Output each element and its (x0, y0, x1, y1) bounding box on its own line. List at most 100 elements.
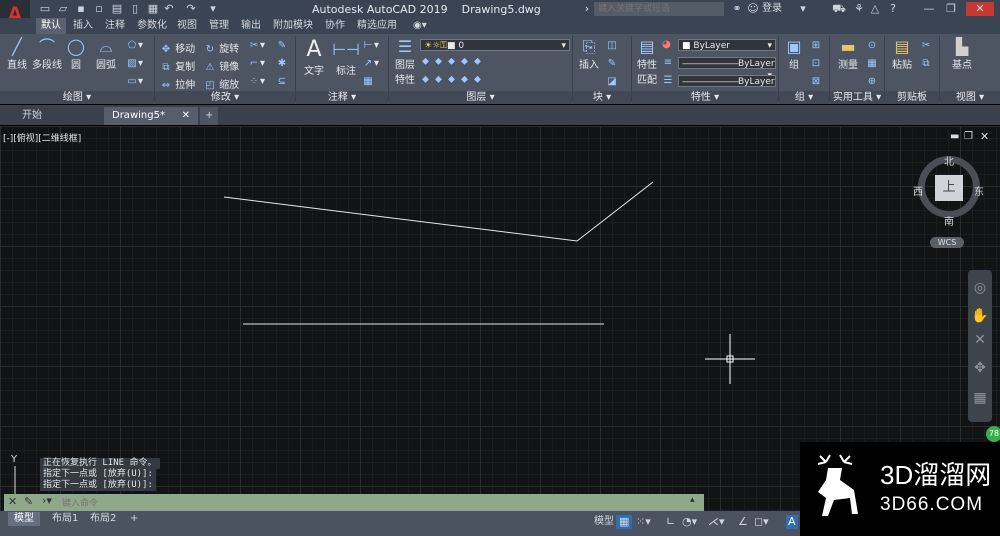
rotate-tool[interactable]: ↻ 旋转 (204, 40, 239, 55)
recent-commands-icon[interactable]: ›▾ (42, 494, 52, 507)
panel-clipboard-title[interactable]: 剪贴板 (885, 91, 939, 104)
layer-dropdown[interactable]: ☀☼⚿■ 0 ▾ (420, 39, 570, 51)
tab-addins[interactable]: 附加模块 (268, 18, 318, 34)
search-arrow-icon[interactable]: › (580, 2, 594, 16)
hatch-icon[interactable]: ▨▾ (126, 58, 143, 69)
group-select-icon[interactable]: ⊠ (810, 76, 822, 87)
panel-draw-title[interactable]: 绘图 ▾ (0, 91, 154, 104)
layer-properties-tool[interactable]: ☰ 图层 特性 (392, 38, 418, 87)
snap-icon[interactable]: ⁙▾ (636, 515, 651, 529)
compass-south[interactable]: 南 (944, 213, 954, 228)
copy-clip-icon[interactable]: ⧉ (920, 58, 932, 69)
color-wheel-icon[interactable]: ◕ (662, 39, 671, 50)
restore-icon[interactable]: ❐ (944, 2, 958, 16)
panel-utilities-title[interactable]: 实用工具 ▾ (830, 91, 884, 104)
tab-view[interactable]: 视图 (172, 18, 202, 34)
exchange-icon[interactable]: ⚘ (852, 2, 866, 16)
leader-icon[interactable]: ↗ ▾ (362, 58, 379, 69)
new-file-icon[interactable]: ▭ (38, 2, 52, 16)
block-attribute-icon[interactable]: ◪ (606, 76, 618, 87)
redo-icon[interactable]: ↷ (184, 2, 198, 16)
user-icon[interactable]: ☺ (746, 2, 760, 16)
move-tool[interactable]: ✥ 移动 (160, 40, 195, 55)
ribbon-toggle-icon[interactable]: ◉▾ (408, 18, 432, 34)
offset-icon[interactable]: ⊆ (276, 76, 288, 87)
cart-icon[interactable]: ⛟ (832, 2, 846, 16)
pan-hand-icon[interactable]: ✋ (968, 308, 992, 324)
doc-tab-drawing5[interactable]: Drawing5* ✕ (104, 107, 198, 125)
edit-block-icon[interactable]: ✎ (606, 58, 618, 69)
quick-select-icon[interactable]: ⊙ (866, 40, 878, 51)
lineweight-dropdown[interactable]: ———————ByLayer▾ (678, 75, 776, 99)
insert-block-tool[interactable]: ⎘ 插入 (576, 38, 602, 72)
tab-home[interactable]: 默认 (36, 18, 66, 34)
doc-tab-start[interactable]: 开始 (14, 107, 102, 125)
line-tool[interactable]: ╱ 直线 (4, 38, 30, 72)
chevron-down-icon[interactable]: ▾ (796, 2, 810, 16)
group-tool[interactable]: ▣ 组 (782, 38, 806, 72)
id-point-icon[interactable]: ⊕ (866, 76, 878, 87)
polygon-icon[interactable]: ⬠ ▾ (126, 40, 143, 51)
circle-tool[interactable]: ◯ 圆 (64, 38, 88, 72)
base-view-tool[interactable]: ▙ 基点 (946, 38, 978, 72)
web-mobile-icon[interactable]: ▯ (128, 2, 142, 16)
tab-featured-apps[interactable]: 精选应用 (352, 18, 402, 34)
layer-tools-row-1[interactable]: ⬥⬥⬥⬥⬥ (422, 56, 487, 67)
mirror-tool[interactable]: ⚠ 镜像 (204, 58, 240, 73)
grid-icon[interactable]: ▦ (616, 515, 633, 529)
tab-collaborate[interactable]: 协作 (320, 18, 350, 34)
steering-wheel-icon[interactable]: ◎ (968, 280, 992, 296)
rectangle-icon[interactable]: ▭▾ (126, 76, 143, 87)
osnap-icon[interactable]: ◻▾ (754, 515, 769, 529)
notification-badge[interactable]: 78 (986, 426, 1000, 442)
array-icon[interactable]: ⁘ ▾ (248, 76, 265, 87)
model-space-button[interactable]: 模型 (594, 515, 614, 529)
compass-north[interactable]: 北 (944, 153, 954, 168)
close-tab-icon[interactable]: ✕ (182, 107, 190, 125)
linetype-dropdown[interactable]: ———————ByLayer▾ (678, 57, 776, 81)
lineweight-icon[interactable]: ☰ (662, 75, 674, 86)
stretch-tool[interactable]: ⇔ 拉伸 (160, 76, 195, 91)
ortho-icon[interactable]: ∟ (666, 515, 675, 529)
panel-modify-title[interactable]: 修改 ▾ (155, 91, 295, 104)
minimize-icon[interactable]: — (922, 2, 936, 16)
color-dropdown[interactable]: ■ ByLayer ▾ (678, 39, 776, 51)
fillet-icon[interactable]: ⌐ ▾ (248, 58, 265, 69)
panel-view-title[interactable]: 视图 ▾ (940, 91, 1000, 104)
help-icon[interactable]: ? (886, 2, 900, 16)
layer-tools-row-2[interactable]: ⬥⬥⬥⬥⬥ (422, 74, 487, 85)
paste-tool[interactable]: ▤ 粘贴 (888, 38, 916, 72)
layout-tab-model[interactable]: 模型 (8, 512, 40, 526)
panel-groups-title[interactable]: 组 ▾ (779, 91, 829, 104)
panel-annotation-title[interactable]: 注释 ▾ (296, 91, 388, 104)
panel-block-title[interactable]: 块 ▾ (573, 91, 631, 104)
close-icon[interactable]: ✕ (966, 2, 994, 16)
command-input[interactable] (62, 496, 662, 509)
zoom-extents-icon[interactable]: ✕ (968, 332, 992, 348)
dimension-tool[interactable]: ⊢⊣ 标注 (332, 38, 360, 77)
customize-qat-icon[interactable]: ▾ (206, 2, 220, 16)
group-edit-icon[interactable]: ⊡ (810, 58, 822, 69)
cut-icon[interactable]: ✂ (920, 40, 932, 51)
layout-tab-layout1[interactable]: 布局1 (46, 512, 84, 526)
arc-tool[interactable]: ⌓ 圆弧 (92, 38, 120, 72)
open-file-icon[interactable]: ▱ (56, 2, 70, 16)
tab-insert[interactable]: 插入 (68, 18, 98, 34)
command-history-toggle-icon[interactable]: ▴ (690, 495, 695, 505)
trim-icon[interactable]: ✂ ▾ (248, 40, 265, 51)
polyline-tool[interactable]: ⌒ 多段线 (32, 38, 62, 72)
wrench-icon[interactable]: ✎ (24, 495, 33, 508)
new-tab-button[interactable]: + (200, 107, 219, 125)
create-block-icon[interactable]: ◫ (606, 40, 618, 51)
scale-tool[interactable]: ◰ 缩放 (204, 76, 239, 91)
ungroup-icon[interactable]: ⊞ (810, 40, 822, 51)
tab-output[interactable]: 输出 (236, 18, 266, 34)
save-as-icon[interactable]: ▫ (92, 2, 106, 16)
copy-tool[interactable]: ⧉ 复制 (160, 58, 195, 73)
annotation-scale-icon[interactable]: A (786, 515, 798, 529)
linear-dim-icon[interactable]: ⊢ ▾ (362, 40, 379, 51)
tab-manage[interactable]: 管理 (204, 18, 234, 34)
panel-layers-title[interactable]: 图层 ▾ (389, 91, 572, 104)
add-layout-button[interactable]: + (124, 512, 144, 526)
erase-icon[interactable]: ✎ (276, 40, 288, 51)
